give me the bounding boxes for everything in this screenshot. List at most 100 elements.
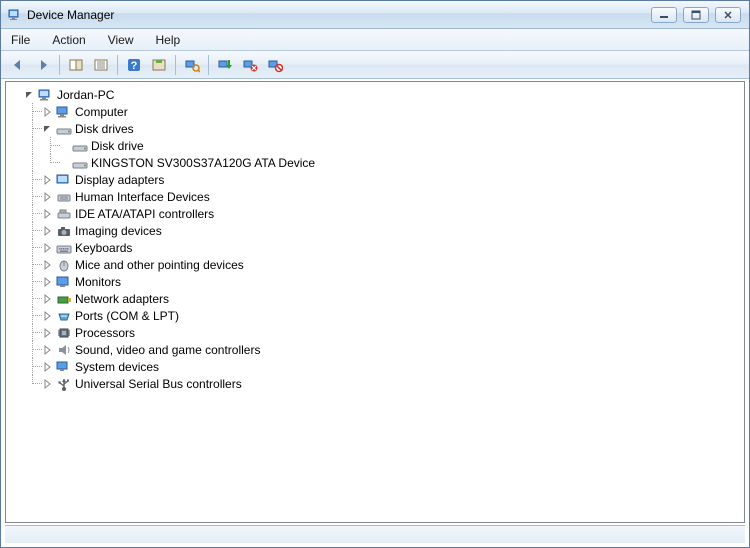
system-device-icon [56, 359, 72, 375]
disk-drive-icon [72, 138, 88, 154]
mouse-icon [56, 257, 72, 273]
tree-label: System devices [75, 359, 159, 374]
processor-icon [56, 325, 72, 341]
menu-help[interactable]: Help [152, 31, 185, 49]
disable-button[interactable] [264, 54, 286, 76]
tree-category-monitors[interactable]: Monitors [6, 273, 744, 290]
status-bar [5, 525, 745, 543]
tree-label: Human Interface Devices [75, 189, 210, 204]
expand-icon[interactable] [42, 361, 54, 373]
port-icon [56, 308, 72, 324]
help-toolbar-button[interactable]: ? [123, 54, 145, 76]
tree-category-computer[interactable]: Computer [6, 103, 744, 120]
forward-button[interactable] [32, 54, 54, 76]
collapse-icon[interactable] [42, 123, 54, 135]
usb-icon [56, 376, 72, 392]
expand-icon[interactable] [42, 276, 54, 288]
toolbar: ? [1, 51, 749, 79]
tree-item-disk-drive[interactable]: Disk drive [6, 137, 744, 154]
separator [175, 55, 176, 75]
show-hide-tree-button[interactable] [65, 54, 87, 76]
tree-category-display-adapters[interactable]: Display adapters [6, 171, 744, 188]
window-controls [651, 7, 749, 23]
expand-icon[interactable] [42, 293, 54, 305]
expand-icon[interactable] [42, 191, 54, 203]
tree-label: IDE ATA/ATAPI controllers [75, 206, 214, 221]
expand-icon[interactable] [42, 225, 54, 237]
monitor-icon [56, 274, 72, 290]
tree-label: KINGSTON SV300S37A120G ATA Device [91, 155, 315, 170]
tree-category-processors[interactable]: Processors [6, 324, 744, 341]
minimize-button[interactable] [651, 7, 677, 23]
expand-icon[interactable] [42, 310, 54, 322]
tree-label: Sound, video and game controllers [75, 342, 260, 357]
disk-drive-icon [72, 155, 88, 171]
tree-label: Computer [75, 104, 128, 119]
window-title: Device Manager [27, 8, 651, 22]
tree-label: Disk drives [75, 121, 134, 136]
keyboard-icon [56, 240, 72, 256]
menu-file[interactable]: File [7, 31, 34, 49]
expand-icon[interactable] [42, 106, 54, 118]
computer-icon [38, 87, 54, 103]
collapse-icon[interactable] [24, 89, 36, 101]
tree-category-network[interactable]: Network adapters [6, 290, 744, 307]
tree-category-imaging[interactable]: Imaging devices [6, 222, 744, 239]
tree-category-mice[interactable]: Mice and other pointing devices [6, 256, 744, 273]
tree-category-ide[interactable]: IDE ATA/ATAPI controllers [6, 205, 744, 222]
tree-label: Keyboards [75, 240, 132, 255]
camera-icon [56, 223, 72, 239]
tree-category-hid[interactable]: Human Interface Devices [6, 188, 744, 205]
tree-label: Disk drive [91, 138, 144, 153]
separator [208, 55, 209, 75]
computer-icon [56, 104, 72, 120]
expand-icon[interactable] [42, 208, 54, 220]
tree-label: Mice and other pointing devices [75, 257, 244, 272]
menu-view[interactable]: View [104, 31, 138, 49]
device-manager-window: Device Manager File Action View Help ? [0, 0, 750, 548]
tree-label: Imaging devices [75, 223, 162, 238]
expand-icon[interactable] [42, 242, 54, 254]
expand-icon[interactable] [42, 327, 54, 339]
tree-label: Processors [75, 325, 135, 340]
expand-icon[interactable] [42, 174, 54, 186]
tree-label: Network adapters [75, 291, 169, 306]
title-bar[interactable]: Device Manager [1, 1, 749, 29]
tree-category-usb[interactable]: Universal Serial Bus controllers [6, 375, 744, 392]
tree-label: Ports (COM & LPT) [75, 308, 179, 323]
maximize-button[interactable] [683, 7, 709, 23]
hid-icon [56, 189, 72, 205]
close-button[interactable] [715, 7, 741, 23]
svg-text:?: ? [131, 60, 138, 72]
back-button[interactable] [7, 54, 29, 76]
tree-category-system[interactable]: System devices [6, 358, 744, 375]
menu-bar: File Action View Help [1, 29, 749, 51]
tree-category-keyboards[interactable]: Keyboards [6, 239, 744, 256]
tree-category-sound[interactable]: Sound, video and game controllers [6, 341, 744, 358]
tree-label: Universal Serial Bus controllers [75, 376, 242, 391]
properties-toolbar-button[interactable] [90, 54, 112, 76]
display-adapter-icon [56, 172, 72, 188]
tree-item-kingston[interactable]: KINGSTON SV300S37A120G ATA Device [6, 154, 744, 171]
tree-category-ports[interactable]: Ports (COM & LPT) [6, 307, 744, 324]
separator [117, 55, 118, 75]
expand-icon[interactable] [42, 378, 54, 390]
tree-label: Jordan-PC [57, 87, 114, 102]
tree-label: Monitors [75, 274, 121, 289]
update-driver-button[interactable] [214, 54, 236, 76]
menu-action[interactable]: Action [48, 31, 89, 49]
tree-category-disk-drives[interactable]: Disk drives [6, 120, 744, 137]
app-icon [7, 7, 23, 23]
expand-icon[interactable] [42, 344, 54, 356]
uninstall-button[interactable] [239, 54, 261, 76]
device-tree[interactable]: Jordan-PC Computer Disk drives Disk driv… [5, 81, 745, 523]
show-hidden-button[interactable] [148, 54, 170, 76]
separator [59, 55, 60, 75]
tree-label: Display adapters [75, 172, 164, 187]
network-adapter-icon [56, 291, 72, 307]
scan-hardware-button[interactable] [181, 54, 203, 76]
expand-icon[interactable] [42, 259, 54, 271]
disk-drive-icon [56, 121, 72, 137]
ide-controller-icon [56, 206, 72, 222]
tree-root[interactable]: Jordan-PC [6, 86, 744, 103]
